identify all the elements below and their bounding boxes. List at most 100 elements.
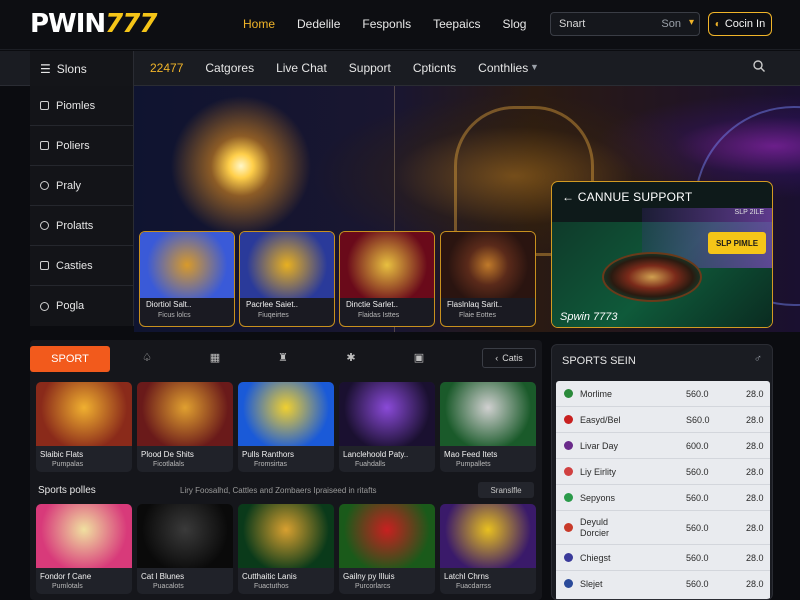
search-input[interactable]: Snart Son ▾ xyxy=(550,12,700,36)
game-thumbnail xyxy=(36,382,132,446)
team-flag-icon xyxy=(564,579,573,588)
cat-item-support[interactable]: Support xyxy=(349,61,391,75)
tab-tv-icon[interactable]: ▣ xyxy=(412,351,426,365)
game-card[interactable]: Cat l Blunes Puacalots xyxy=(137,504,233,594)
team-flag-icon xyxy=(564,493,573,502)
odds-a[interactable]: 560.0 xyxy=(686,523,709,533)
odds-b[interactable]: 28.0 xyxy=(746,553,764,563)
hero-game-card[interactable]: Dinctie Sarlet.. Flaidas Isttes xyxy=(339,231,435,327)
slots-menu-button[interactable]: ☰ Slons xyxy=(30,51,134,86)
odds-a[interactable]: 600.0 xyxy=(686,441,709,451)
odds-a[interactable]: 560.0 xyxy=(686,553,709,563)
menu-icon: ☰ xyxy=(40,61,51,76)
sports-panel: SPORTS SEIN ♂ Morlime 560.0 28.0 Easyd/Bel… xyxy=(551,344,773,600)
hero-game-card[interactable]: Flaslnlaq Sarit.. Flaie Eottes xyxy=(440,231,536,327)
team-flag-icon xyxy=(564,467,573,476)
tab-table-icon[interactable]: ▦ xyxy=(208,351,222,365)
game-thumbnail xyxy=(137,504,233,568)
hero-game-card[interactable]: Pacrlee Saiet.. Fiuqeirtes xyxy=(239,231,335,327)
odds-b[interactable]: 28.0 xyxy=(746,415,764,425)
brand-logo[interactable]: PWIN777 xyxy=(30,8,157,40)
game-card[interactable]: Cutthaitic Lanis Fuactuthos xyxy=(238,504,334,594)
sports-row[interactable]: Easyd/Bel S60.0 28.0 xyxy=(556,407,770,433)
side-item-3[interactable]: Praly xyxy=(30,166,133,206)
top-nav: Home Dedelile Fesponls Teepaics Slog xyxy=(243,17,526,31)
cat-item-247[interactable]: 22477 xyxy=(150,61,183,75)
tab-sport[interactable]: SPORT xyxy=(30,346,110,372)
back-arrow-icon[interactable]: ← xyxy=(562,190,574,204)
game-card[interactable]: Plood De Shits Ficotlalals xyxy=(137,382,233,472)
nav-home[interactable]: Home xyxy=(243,17,275,31)
promo-icon xyxy=(40,101,49,110)
settings-icon[interactable]: ♂ xyxy=(754,353,762,365)
search-icon[interactable] xyxy=(752,59,766,73)
hero-game-card[interactable]: Diortiol Salt.. Ficus lolcs xyxy=(139,231,235,327)
sports-row[interactable]: Livar Day 600.0 28.0 xyxy=(556,433,770,459)
tab-slots-icon[interactable]: ♤ xyxy=(140,351,154,365)
game-title: Cutthaitic Lanis xyxy=(242,572,297,581)
poker-icon xyxy=(40,141,49,150)
chevron-down-icon[interactable]: ▼ xyxy=(530,62,539,72)
nav-item-3[interactable]: Fesponls xyxy=(362,17,411,31)
side-item-4[interactable]: Prolatts xyxy=(30,206,133,246)
side-item-2[interactable]: Poliers xyxy=(30,126,133,166)
odds-a[interactable]: 560.0 xyxy=(686,467,709,477)
odds-b[interactable]: 28.0 xyxy=(746,493,764,503)
catalog-button[interactable]: ‹ Catis xyxy=(482,348,536,368)
cat-item-live-chat[interactable]: Live Chat xyxy=(276,61,327,75)
game-title: Plood De Shits xyxy=(141,450,194,459)
catalog-label: Catis xyxy=(502,353,523,363)
sports-row[interactable]: Sepyons 560.0 28.0 xyxy=(556,485,770,511)
game-card[interactable]: Gailny py Illuis Purcorlarcs xyxy=(339,504,435,594)
sports-row[interactable]: Morlime 560.0 28.0 xyxy=(556,381,770,407)
nav-item-2[interactable]: Dedelile xyxy=(297,17,340,31)
tab-casino-icon[interactable]: ✱ xyxy=(344,351,358,365)
login-button[interactable]: ◐ Cocin In xyxy=(708,12,772,36)
game-title: Mao Feed Itets xyxy=(444,450,498,459)
games-section: SPORT ♤ ▦ ♜ ✱ ▣ ‹ Catis Slaibic Flats Pu… xyxy=(30,340,542,600)
game-card[interactable]: Slaibic Flats Pumpalas xyxy=(36,382,132,472)
side-item-6[interactable]: Pogla xyxy=(30,286,133,326)
gear-icon xyxy=(40,221,49,230)
game-provider: Ficotlalals xyxy=(153,461,185,468)
game-card[interactable]: Mao Feed Itets Pumpallets xyxy=(440,382,536,472)
nav-item-4[interactable]: Teepaics xyxy=(433,17,480,31)
odds-b[interactable]: 28.0 xyxy=(746,389,764,399)
odds-a[interactable]: 560.0 xyxy=(686,493,709,503)
section-heading: Sports polles xyxy=(38,485,96,496)
side-item-1[interactable]: Piomles xyxy=(30,86,133,126)
cat-item-5[interactable]: Cpticnts xyxy=(413,61,456,75)
logo-text-white: PWIN xyxy=(30,9,106,39)
nav-blog[interactable]: Slog xyxy=(502,17,526,31)
tab-bingo-icon[interactable]: ♜ xyxy=(276,351,290,365)
sports-row[interactable]: Chiegst 560.0 28.0 xyxy=(556,545,770,571)
sports-row[interactable]: Slejet 560.0 28.0 xyxy=(556,571,770,597)
sports-row[interactable]: Liy Eirlity 560.0 28.0 xyxy=(556,459,770,485)
cat-item-6[interactable]: Conthlies xyxy=(478,61,528,75)
game-title: Cat l Blunes xyxy=(141,572,185,581)
game-card[interactable]: Lanclehoold Paty.. Fuahdalls xyxy=(339,382,435,472)
search-button[interactable]: Son xyxy=(661,18,681,30)
cat-item-categories[interactable]: Catgores xyxy=(205,61,254,75)
see-all-button[interactable]: Sranslfle xyxy=(478,482,534,498)
game-card[interactable]: Pulls Ranthors Fromsirtas xyxy=(238,382,334,472)
game-thumbnail xyxy=(137,382,233,446)
game-card[interactable]: Fondor f Cane Pumlotals xyxy=(36,504,132,594)
side-item-5[interactable]: Casties xyxy=(30,246,133,286)
odds-b[interactable]: 28.0 xyxy=(746,441,764,451)
game-provider: Ficus lolcs xyxy=(158,312,191,319)
odds-b[interactable]: 28.0 xyxy=(746,523,764,533)
game-card[interactable]: Latchl Chrns Fuacdarrss xyxy=(440,504,536,594)
chevron-down-icon[interactable]: ▾ xyxy=(689,17,694,28)
odds-b[interactable]: 28.0 xyxy=(746,579,764,589)
sports-panel-title: SPORTS SEIN xyxy=(562,355,636,367)
game-title: Gailny py Illuis xyxy=(343,572,395,581)
support-title[interactable]: ← CANNUE SUPPORT xyxy=(562,190,692,204)
odds-b[interactable]: 28.0 xyxy=(746,467,764,477)
odds-a[interactable]: 560.0 xyxy=(686,389,709,399)
odds-a[interactable]: S60.0 xyxy=(686,415,710,425)
sports-row[interactable]: Deyuld Dorcier 560.0 28.0 xyxy=(556,511,770,545)
odds-a[interactable]: 560.0 xyxy=(686,579,709,589)
team-flag-icon xyxy=(564,441,573,450)
support-cta-button[interactable]: SLP PIMLE xyxy=(708,232,766,254)
